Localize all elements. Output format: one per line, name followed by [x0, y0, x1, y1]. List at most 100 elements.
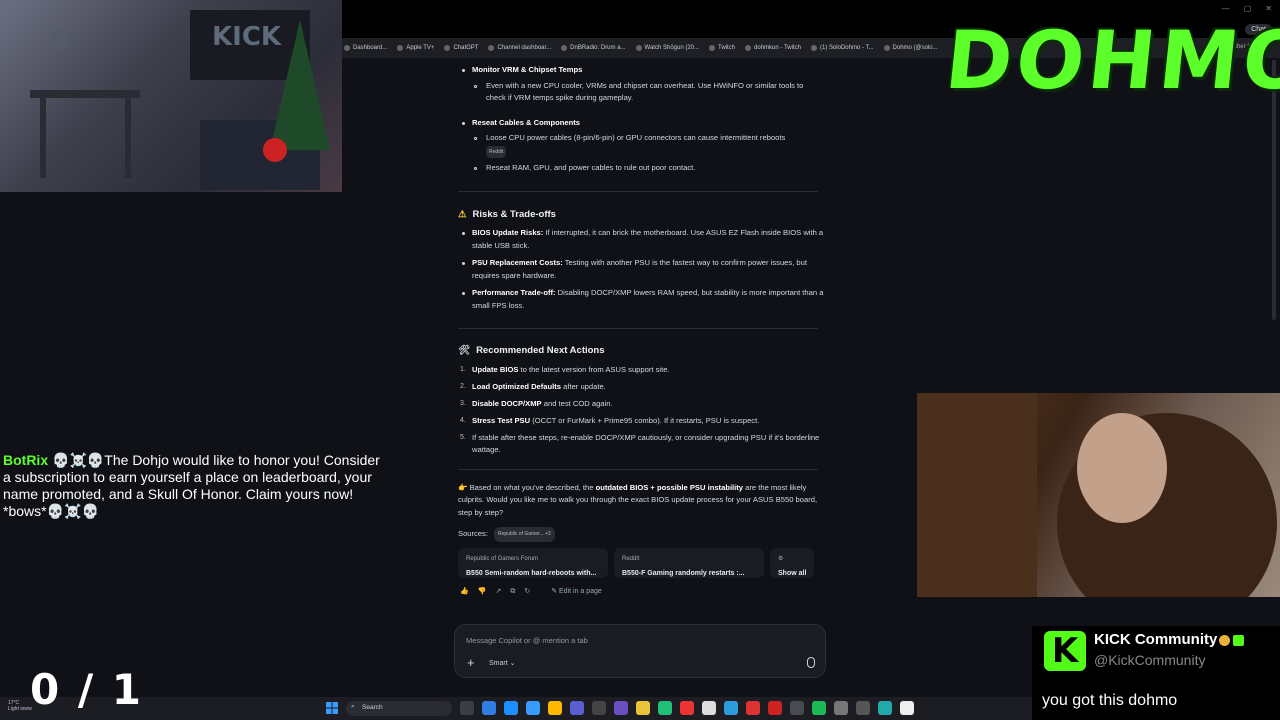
- bookmark-item[interactable]: Channel dashboar...: [488, 45, 551, 51]
- bullet-icon: [462, 69, 465, 72]
- chat-username: BotRix: [3, 452, 49, 468]
- sources-row: Sources: Republic of Gamer... +3: [452, 527, 824, 542]
- bookmark-label: dohmkun - Twitch: [754, 45, 801, 51]
- source-card[interactable]: Republic of Gamers Forum B550 Semi-random…: [458, 547, 608, 578]
- taskbar-app-icon[interactable]: [746, 701, 760, 715]
- edit-in-page-button[interactable]: ✎ Edit in a page: [551, 586, 602, 599]
- action-item: 5. If stable after these steps, re-enable…: [452, 432, 824, 457]
- taskbar-app-icon[interactable]: [768, 701, 782, 715]
- action-number: 5.: [460, 433, 466, 441]
- taskbar-app-icon[interactable]: [702, 701, 716, 715]
- risk-item: BIOS Update Risks: If interrupted, it ca…: [452, 227, 824, 252]
- microphone-icon[interactable]: [807, 657, 815, 668]
- taskbar-app-icon[interactable]: [900, 701, 914, 715]
- regenerate-icon[interactable]: ↻: [524, 586, 530, 599]
- bookmark-label: Dashboard...: [353, 45, 388, 51]
- source-card[interactable]: Reddit B550-F Gaming randomly restarts :.…: [614, 547, 764, 578]
- citation-tag[interactable]: Reddit: [486, 145, 507, 158]
- action-text: (OCCT or FurMark + Prime95 combo). If it…: [530, 415, 760, 425]
- share-icon[interactable]: ↗: [495, 586, 501, 599]
- bookmark-item[interactable]: Apple TV+: [397, 45, 434, 51]
- bookmark-item[interactable]: Dohmo (@solo...: [883, 45, 938, 51]
- list-item: Monitor VRM & Chipset Temps: [452, 64, 824, 77]
- item-title: Reseat Cables & Components: [472, 117, 581, 127]
- taskbar-app-icon[interactable]: [504, 701, 518, 715]
- bookmark-label: Apple TV+: [406, 45, 435, 51]
- bookmark-item[interactable]: (1) SoloDohmo - T...: [810, 45, 874, 51]
- chat-message: BotRix 💀☠️💀The Dohjo would like to honor…: [3, 452, 383, 520]
- thumbs-up-icon[interactable]: 👍: [460, 586, 469, 599]
- bookmark-item[interactable]: Watch Shōgun (20...: [635, 45, 700, 51]
- smart-mode-dropdown[interactable]: Smart ⌄: [489, 659, 515, 667]
- bookmark-item[interactable]: Dashboard...: [344, 45, 387, 51]
- bookmark-favicon-icon: [344, 45, 350, 51]
- divider: [458, 190, 818, 192]
- bookmark-label: Channel dashboar...: [497, 45, 552, 51]
- message-actions: 👍 👎 ↗ ⧉ ↻ ✎ Edit in a page: [452, 586, 824, 599]
- bookmark-item[interactable]: Twitch: [709, 45, 735, 51]
- taskbar-app-icon[interactable]: [548, 701, 562, 715]
- taskbar-app-icon[interactable]: [592, 701, 606, 715]
- taskbar-app-icon[interactable]: [680, 701, 694, 715]
- bookmark-item[interactable]: DnBRadio: Drum a...: [561, 45, 626, 51]
- bullet-icon: [462, 232, 465, 235]
- message-composer[interactable]: Message Copilot or @ mention a tab + Sma…: [454, 624, 826, 678]
- action-text: to the latest version from ASUS support …: [518, 364, 670, 374]
- tools-icon: 🛠: [458, 345, 471, 356]
- maximize-icon[interactable]: ▢: [1244, 4, 1252, 13]
- webcam-room: KICK: [0, 0, 342, 192]
- taskbar-app-icon[interactable]: [790, 701, 804, 715]
- taskbar-app-icon[interactable]: [460, 701, 474, 715]
- kick-chat-alert: K KICK Community @KickCommunity you got …: [1032, 626, 1280, 720]
- goal-counter: 0 / 1: [30, 665, 144, 714]
- thumbs-down-icon[interactable]: 👎: [478, 586, 487, 599]
- kick-name-row: KICK Community: [1094, 631, 1245, 648]
- risk-title: Performance Trade-off:: [472, 288, 556, 297]
- taskbar-app-icon[interactable]: [570, 701, 584, 715]
- taskbar-app-icon[interactable]: [812, 701, 826, 715]
- plus-icon[interactable]: +: [467, 655, 475, 670]
- list-item: Loose CPU power cables (8-pin/6-pin) or …: [452, 132, 824, 158]
- dots-icon: ⚙: [778, 555, 784, 562]
- section-heading: 🛠 Recommended Next Actions: [452, 345, 824, 358]
- taskbar-app-icon[interactable]: [724, 701, 738, 715]
- bookmark-item[interactable]: ChatGPT: [444, 45, 478, 51]
- risks-heading: Risks & Trade-offs: [472, 208, 556, 220]
- taskbar-app-icon[interactable]: [614, 701, 628, 715]
- taskbar-app-icon[interactable]: [878, 701, 892, 715]
- bookmark-favicon-icon: [635, 45, 642, 51]
- bookmark-label: (1) SoloDohmo - T...: [819, 45, 874, 51]
- bullet-icon: [462, 262, 465, 265]
- edit-label: Edit in a page: [559, 587, 602, 595]
- action-item: 4. Stress Test PSU (OCCT or FurMark + Pri…: [452, 415, 824, 428]
- bookmark-label: Dohmo (@solo...: [892, 45, 938, 51]
- composer-placeholder[interactable]: Message Copilot or @ mention a tab: [466, 636, 588, 645]
- windows-start-icon[interactable]: [326, 702, 338, 714]
- item-title: Monitor VRM & Chipset Temps: [472, 65, 583, 74]
- sources-pill[interactable]: Republic of Gamer... +3: [493, 527, 555, 542]
- item-text: Even with a new CPU cooler, VRMs and chi…: [486, 80, 804, 103]
- action-title: Disable DOCP/XMP: [472, 398, 542, 408]
- copy-icon[interactable]: ⧉: [510, 586, 515, 599]
- taskbar-app-icon[interactable]: [834, 701, 848, 715]
- weather-widget[interactable]: 17°C Light snow: [8, 700, 32, 712]
- taskbar-app-icon[interactable]: [636, 701, 650, 715]
- window-controls[interactable]: — ▢ ✕: [1222, 4, 1272, 13]
- list-item: Even with a new CPU cooler, VRMs and chi…: [452, 80, 824, 105]
- taskbar-app-icon[interactable]: [482, 701, 496, 715]
- minimize-icon[interactable]: —: [1222, 4, 1230, 13]
- taskbar-app-icon[interactable]: [526, 701, 540, 715]
- action-title: Load Optimized Defaults: [472, 381, 562, 391]
- action-title: Update BIOS: [472, 364, 519, 374]
- bookmark-label: Watch Shōgun (20...: [644, 45, 700, 51]
- close-icon[interactable]: ✕: [1265, 4, 1272, 13]
- bookmark-item[interactable]: dohmkun - Twitch: [745, 45, 801, 51]
- show-all-card[interactable]: ⚙ Show all: [770, 547, 814, 578]
- taskbar-app-icon[interactable]: [856, 701, 870, 715]
- taskbar-app-icon[interactable]: [658, 701, 672, 715]
- show-all-label: Show all: [778, 570, 806, 577]
- next-actions-section: 🛠 Recommended Next Actions 1. Update BIOS …: [452, 345, 824, 457]
- taskbar-search[interactable]: ⌕ Search: [346, 701, 452, 716]
- action-title: Stress Test PSU: [472, 415, 531, 425]
- action-number: 1.: [460, 365, 466, 373]
